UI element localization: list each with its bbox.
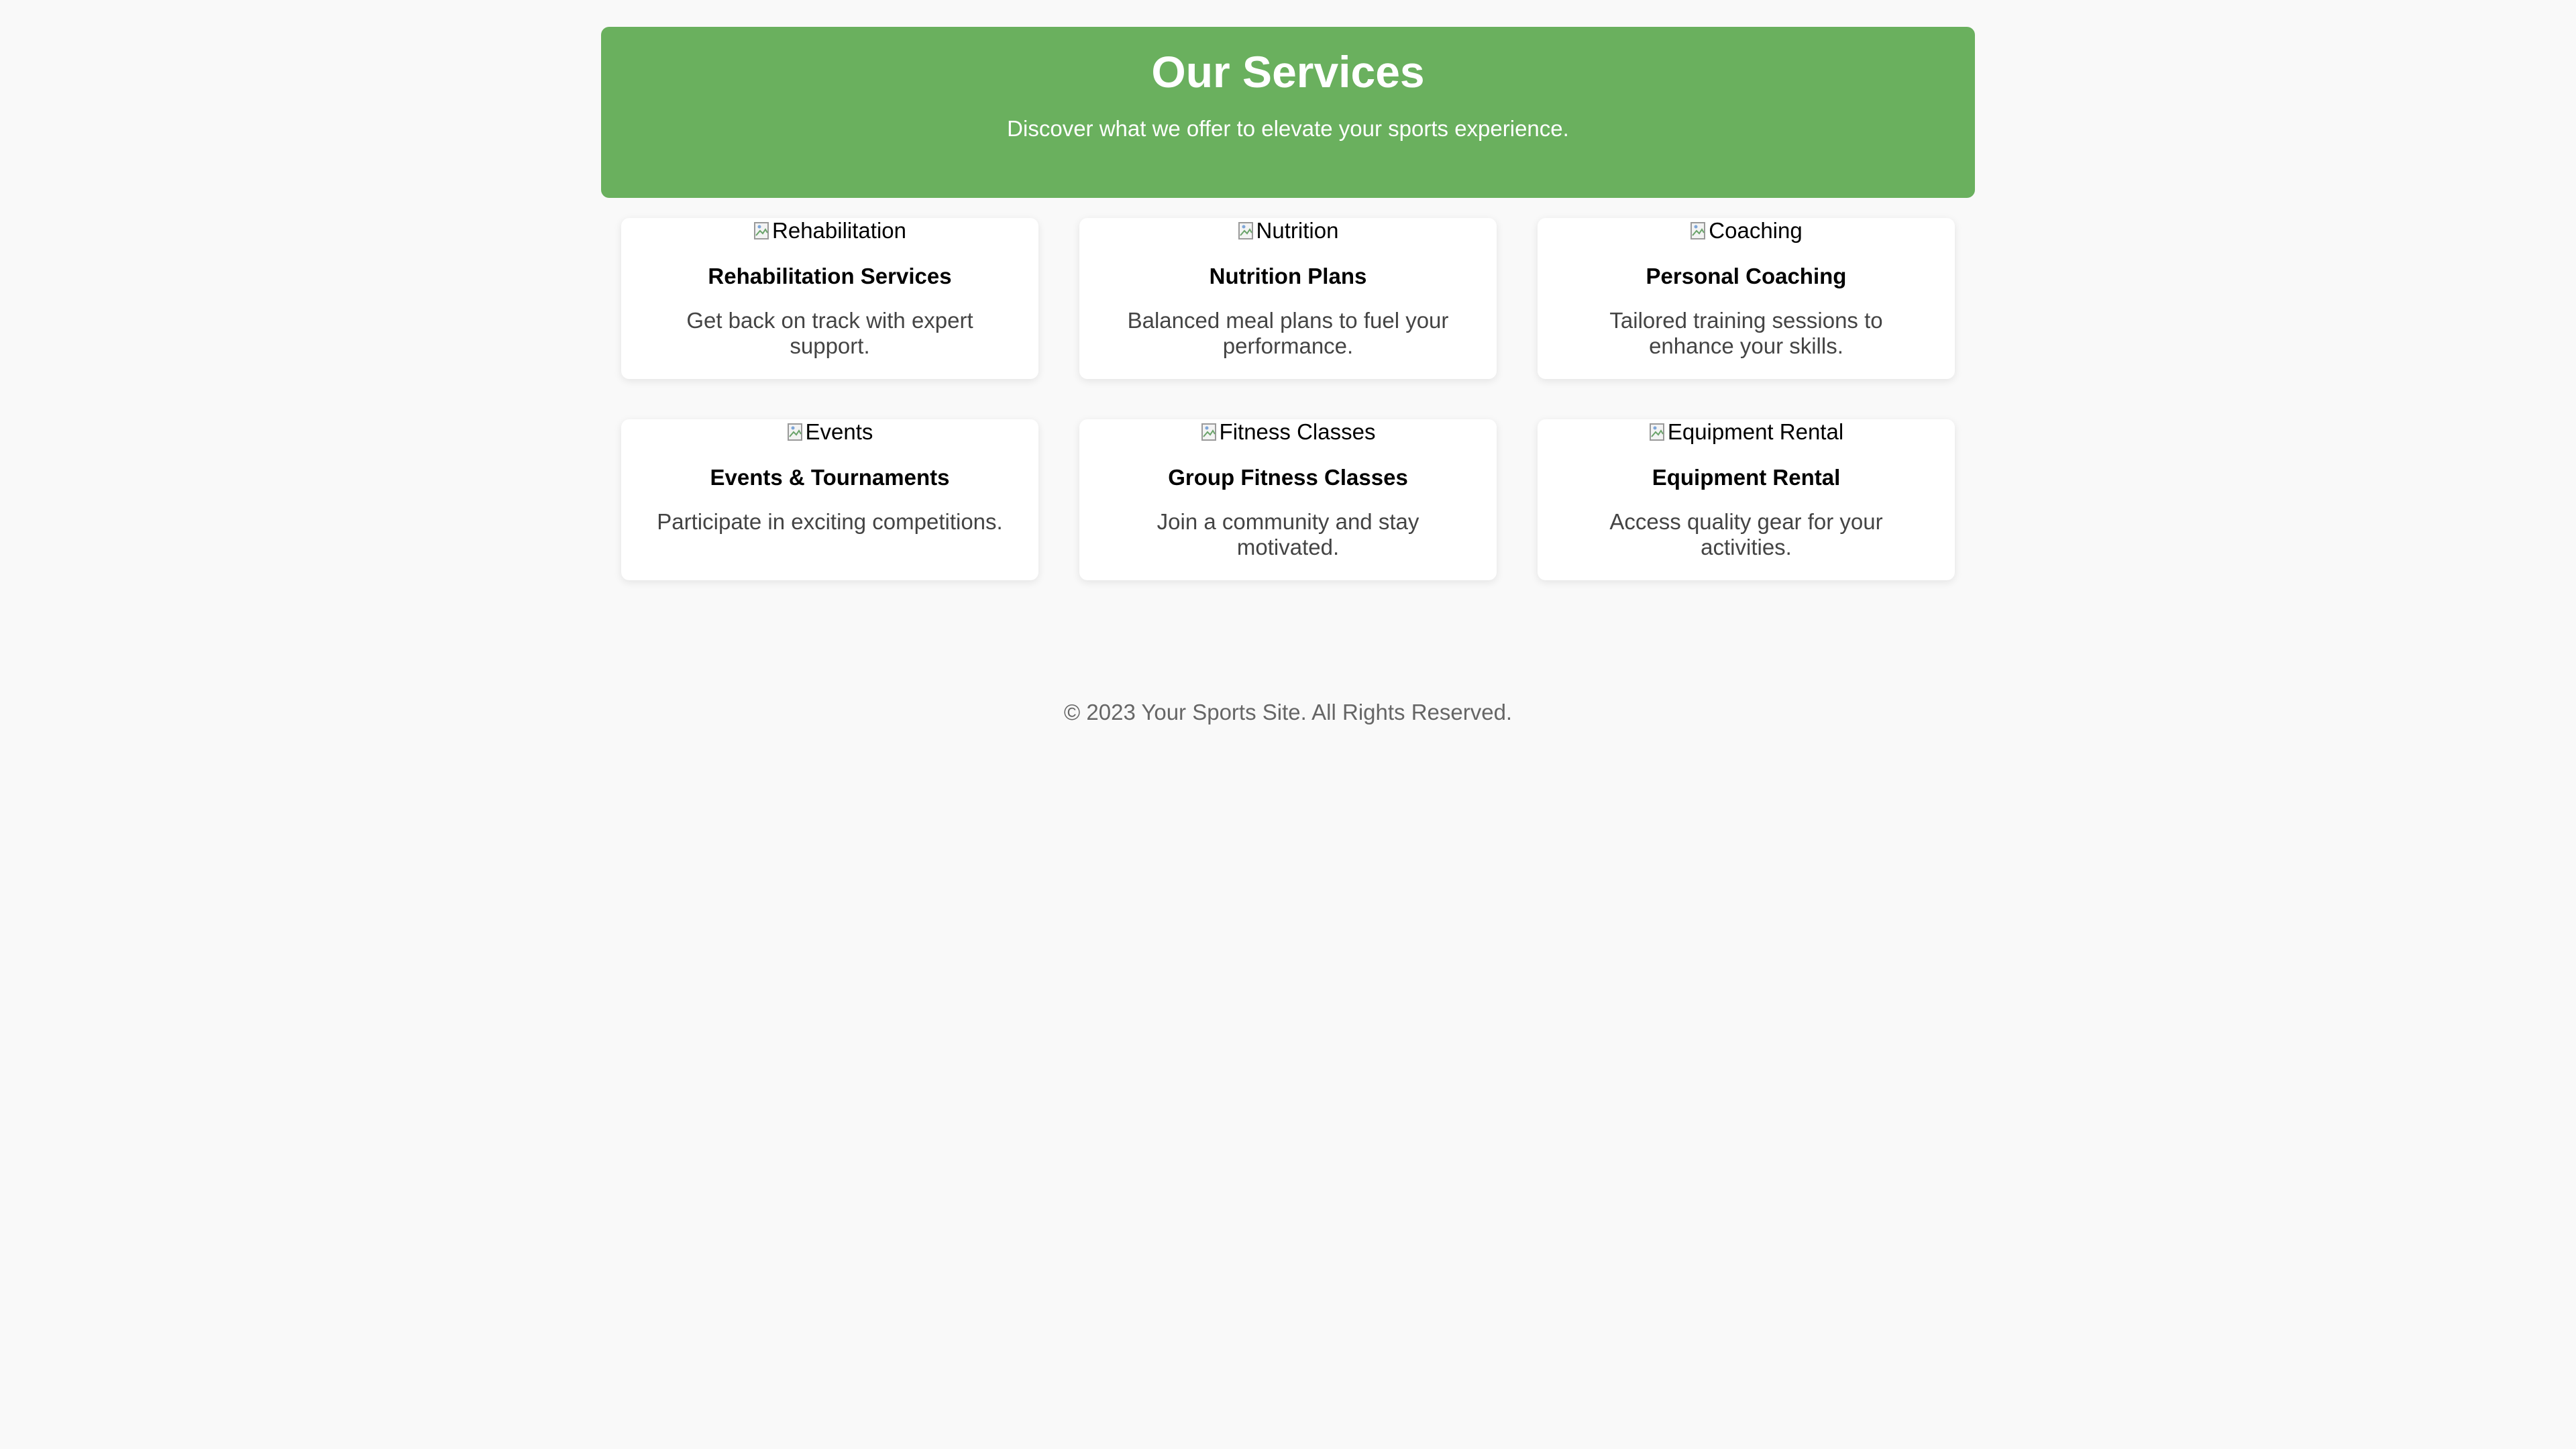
- service-card-equipment-rental: Equipment Rental Equipment Rental Access…: [1538, 419, 1955, 580]
- service-description: Access quality gear for your activities.: [1609, 508, 1883, 559]
- service-image-events: Events: [787, 419, 873, 445]
- broken-image-icon: [753, 221, 771, 241]
- image-alt-text: Nutrition: [1256, 218, 1339, 243]
- broken-image-icon: [1201, 422, 1218, 442]
- image-alt-text: Equipment Rental: [1667, 419, 1844, 444]
- broken-image-icon: [1690, 221, 1707, 241]
- service-card-fitness-classes: Fitness Classes Group Fitness Classes Jo…: [1079, 419, 1497, 580]
- page-subtitle: Discover what we offer to elevate your s…: [1007, 115, 1569, 141]
- service-card-coaching: Coaching Personal Coaching Tailored trai…: [1538, 218, 1955, 379]
- service-image-equipment-rental: Equipment Rental: [1649, 419, 1843, 445]
- service-card-nutrition: Nutrition Nutrition Plans Balanced meal …: [1079, 218, 1497, 379]
- service-title: Personal Coaching: [1646, 264, 1847, 288]
- image-alt-text: Coaching: [1709, 218, 1803, 243]
- service-description: Tailored training sessions to enhance yo…: [1609, 307, 1883, 358]
- service-description: Participate in exciting competitions.: [657, 508, 1003, 534]
- service-image-nutrition: Nutrition: [1238, 218, 1339, 244]
- service-image-coaching: Coaching: [1690, 218, 1803, 244]
- page-container: Our Services Discover what we offer to e…: [601, 0, 1975, 725]
- service-description: Get back on track with expert support.: [686, 307, 973, 358]
- service-title: Rehabilitation Services: [708, 264, 952, 288]
- page-title: Our Services: [1151, 47, 1425, 97]
- service-image-rehabilitation: Rehabilitation: [753, 218, 906, 244]
- service-title: Group Fitness Classes: [1168, 464, 1408, 490]
- footer-copyright: © 2023 Your Sports Site. All Rights Rese…: [1063, 699, 1513, 724]
- service-description: Balanced meal plans to fuel your perform…: [1127, 307, 1449, 358]
- service-image-fitness-classes: Fitness Classes: [1201, 419, 1376, 445]
- broken-image-icon: [787, 422, 804, 442]
- image-alt-text: Rehabilitation: [772, 218, 906, 243]
- broken-image-icon: [1649, 422, 1666, 442]
- image-alt-text: Fitness Classes: [1219, 419, 1376, 444]
- service-description: Join a community and stay motivated.: [1157, 508, 1419, 559]
- service-title: Nutrition Plans: [1209, 264, 1367, 288]
- service-card-rehabilitation: Rehabilitation Rehabilitation Services G…: [621, 218, 1038, 379]
- image-alt-text: Events: [805, 419, 873, 444]
- service-title: Equipment Rental: [1652, 464, 1841, 490]
- services-header-banner: Our Services Discover what we offer to e…: [601, 27, 1975, 198]
- service-title: Events & Tournaments: [710, 464, 950, 490]
- services-grid: Rehabilitation Rehabilitation Services G…: [601, 218, 1975, 580]
- broken-image-icon: [1238, 221, 1255, 241]
- service-card-events: Events Events & Tournaments Participate …: [621, 419, 1038, 580]
